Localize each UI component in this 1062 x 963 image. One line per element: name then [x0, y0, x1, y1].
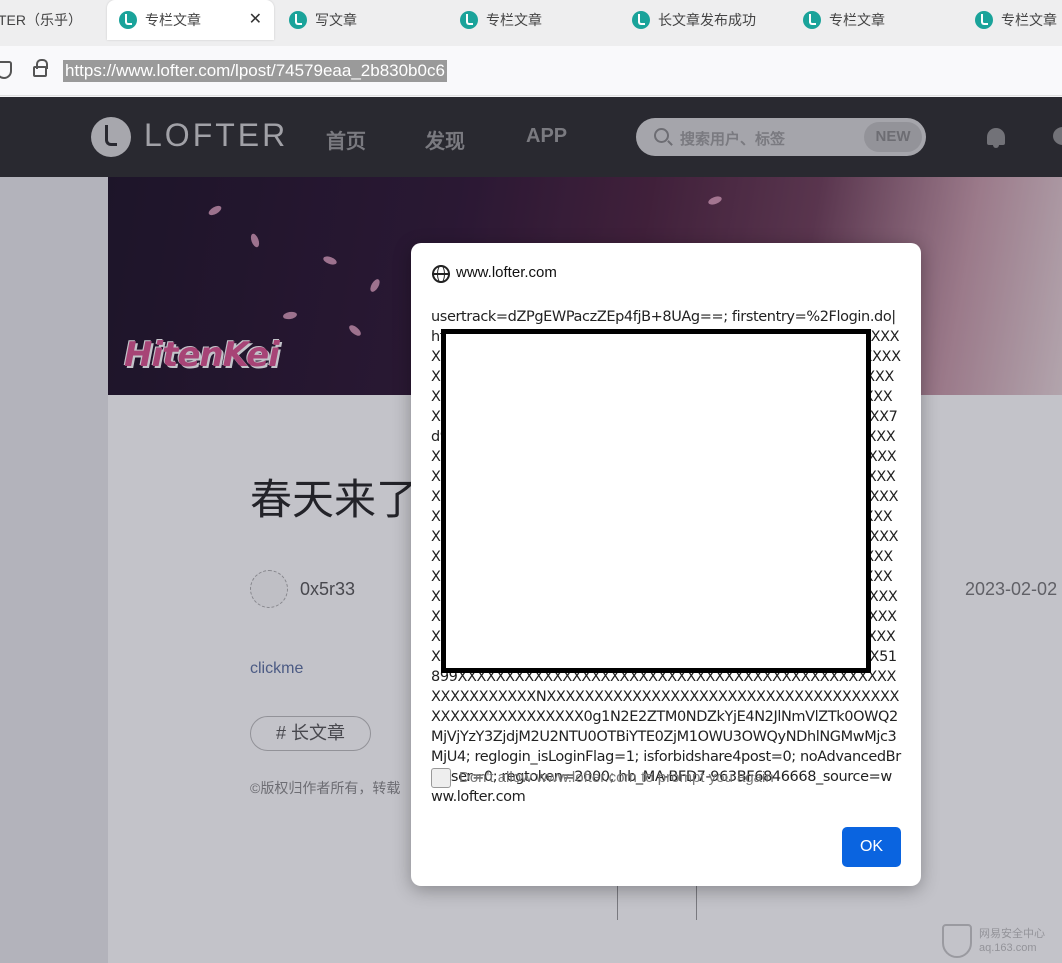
browser-tab-active[interactable]: 专栏文章 ✕	[107, 0, 274, 40]
browser-tab[interactable]: 专栏文章	[460, 0, 620, 40]
tab-title: 长文章发布成功	[658, 12, 756, 28]
browser-tab[interactable]: 专栏文章	[803, 0, 963, 40]
lofter-favicon-icon	[289, 11, 307, 29]
tab-title: 写文章	[315, 12, 357, 28]
tab-title: 专栏文章	[486, 12, 542, 28]
url-field[interactable]: https://www.lofter.com/lpost/74579eaa_2b…	[63, 60, 447, 82]
browser-tab[interactable]: 长文章发布成功	[632, 0, 792, 40]
tab-title: 专栏文章	[145, 12, 201, 28]
browser-tab[interactable]: 写文章	[289, 0, 449, 40]
lofter-favicon-icon	[119, 11, 137, 29]
tracking-shield-icon[interactable]	[0, 61, 12, 79]
lofter-favicon-icon	[975, 11, 993, 29]
close-tab-icon[interactable]: ✕	[249, 9, 262, 29]
lofter-favicon-icon	[632, 11, 650, 29]
browser-tab[interactable]: TER（乐乎）	[0, 0, 98, 40]
lofter-favicon-icon	[803, 11, 821, 29]
tab-title: 专栏文章	[1001, 12, 1057, 28]
tab-title: 专栏文章	[829, 12, 885, 28]
dont-allow-label[interactable]: Don't allow www.lofter.com to prompt you…	[459, 769, 774, 786]
address-bar[interactable]: https://www.lofter.com/lpost/74579eaa_2b…	[0, 46, 1062, 96]
globe-icon	[432, 265, 450, 283]
lofter-favicon-icon	[460, 11, 478, 29]
browser-tab[interactable]: 专栏文章	[975, 0, 1062, 40]
ok-button[interactable]: OK	[842, 827, 901, 867]
dont-allow-checkbox[interactable]	[431, 768, 451, 788]
tab-title: TER（乐乎）	[0, 12, 82, 28]
browser-tab-bar: TER（乐乎） 专栏文章 ✕ 写文章 专栏文章 长文章发布成功 专栏文章 专栏文…	[0, 0, 1062, 46]
dialog-origin: www.lofter.com	[456, 264, 557, 281]
redaction-box	[441, 329, 871, 673]
lock-icon[interactable]	[33, 59, 48, 77]
